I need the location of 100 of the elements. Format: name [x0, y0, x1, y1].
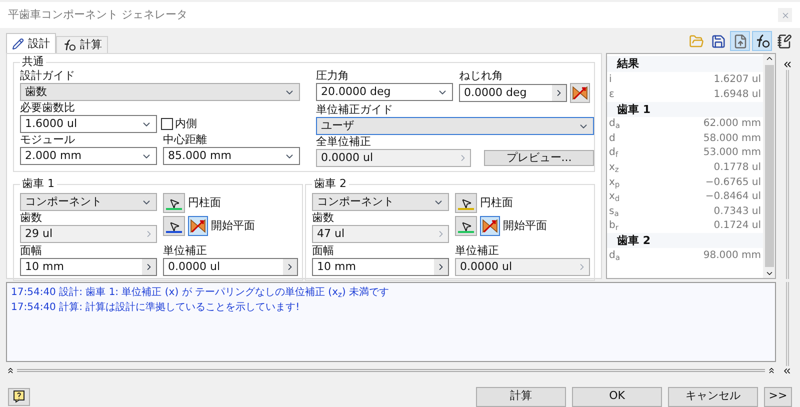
selection-label: 円柱面 — [188, 195, 221, 212]
collapse-icon[interactable] — [782, 59, 792, 70]
flip-button[interactable] — [188, 216, 208, 236]
results-section-header: 歯車 1 — [607, 102, 763, 116]
save-icon — [710, 34, 726, 49]
result-symbol: ε — [609, 88, 616, 102]
pencil-icon — [12, 38, 24, 50]
result-value: 58.000 mm — [703, 132, 761, 146]
result-value: 98.000 mm — [703, 249, 761, 264]
dropdown-field[interactable]: ユーザ — [316, 117, 594, 136]
collapse-icon[interactable] — [782, 366, 792, 376]
cursor-icon — [460, 220, 472, 232]
result-value: 1.6948 ul — [714, 88, 761, 102]
close-button[interactable] — [778, 8, 792, 22]
field-label: 中心距離 — [163, 133, 208, 148]
dropdown-field[interactable]: 85.000 mm — [163, 147, 300, 166]
close-icon — [780, 10, 790, 20]
flip-button[interactable] — [570, 83, 590, 104]
preview-button[interactable]: プレビュー... — [484, 150, 594, 166]
dropdown-field[interactable]: 2.000 mm — [20, 147, 157, 166]
folder-icon — [688, 34, 704, 49]
checkbox[interactable] — [161, 118, 173, 130]
field-label: 歯数 — [20, 211, 43, 226]
formula-icon — [754, 34, 770, 48]
group-title: 共通 — [20, 55, 46, 70]
expand-button[interactable] — [552, 85, 566, 102]
dialog-button[interactable]: キャンセル — [668, 386, 758, 407]
result-value: 1.6207 ul — [714, 73, 761, 88]
expand-button[interactable] — [283, 259, 297, 276]
field-label: 単位補正 — [163, 244, 208, 258]
select-button[interactable] — [455, 216, 477, 236]
field-label: 面幅 — [312, 244, 335, 258]
cursor-icon — [460, 198, 472, 209]
message-line: 17:54:40 計算: 計算は設計に準拠していることを示しています! — [10, 300, 301, 316]
results-section-header: 歯車 2 — [607, 233, 763, 248]
cursor-icon — [168, 220, 180, 232]
tab[interactable]: 設計 — [6, 33, 56, 54]
input-field[interactable]: 10 mm — [312, 258, 449, 276]
input-field[interactable]: 10 mm — [20, 258, 157, 276]
dropdown-field[interactable]: コンポーネント — [20, 193, 157, 212]
dropdown-field[interactable]: 歯数 — [20, 83, 300, 102]
formula-icon — [62, 39, 76, 52]
result-value: −0.8464 ul — [705, 190, 761, 204]
document-export-icon — [732, 34, 748, 49]
dialog-button[interactable]: OK — [572, 386, 662, 407]
result-symbol: i — [609, 73, 613, 88]
selection-label: 開始平面 — [503, 218, 547, 234]
dropdown-field[interactable]: コンポーネント — [312, 193, 449, 212]
message-line: 17:54:40 設計: 歯車 1: 単位補正 (x) が テーパリングなしの単位補正 (x$_{z}$) 未満です — [10, 286, 390, 300]
help-button[interactable] — [8, 388, 30, 406]
dropdown-field[interactable]: 1.6000 ul — [20, 115, 157, 134]
result-value: 0.1778 ul — [714, 161, 761, 176]
internal-checkbox[interactable]: 内側 — [161, 116, 197, 133]
expand-button[interactable] — [142, 259, 156, 276]
result-symbol: d$_{f}$ — [609, 146, 620, 160]
dropdown-field[interactable]: 20.0000 deg — [316, 83, 453, 102]
result-symbol: x$_{d}$ — [609, 190, 621, 204]
cursor-icon — [168, 198, 180, 209]
select-button[interactable] — [163, 216, 185, 236]
field-label: 面幅 — [20, 244, 43, 258]
result-symbol: b$_{r}$ — [609, 219, 620, 234]
result-value: 0.7343 ul — [714, 204, 761, 219]
input-field[interactable]: 0.0000 deg — [459, 84, 567, 102]
expand-up-icon[interactable] — [6, 366, 15, 375]
field-label: 単位補正 — [455, 244, 500, 258]
result-symbol: s$_{a}$ — [609, 204, 620, 219]
expand-button[interactable] — [434, 259, 448, 276]
field-label: 必要歯数比 — [20, 101, 76, 116]
notebook-icon — [776, 34, 792, 49]
scrollbar[interactable] — [763, 54, 775, 278]
select-button[interactable] — [163, 193, 185, 214]
expand-up-icon[interactable] — [767, 366, 776, 375]
dialog-button[interactable]: >> — [764, 386, 792, 407]
selection-label: 開始平面 — [211, 218, 255, 234]
selection-label: 円柱面 — [480, 195, 513, 212]
scrollbar-thumb[interactable] — [764, 65, 774, 268]
dialog-button[interactable]: 計算 — [476, 386, 566, 407]
result-value: 0.1724 ul — [714, 219, 761, 234]
select-button[interactable] — [455, 193, 477, 214]
field-label: 歯数 — [312, 211, 335, 226]
field-label: ねじれ角 — [459, 69, 504, 84]
tab[interactable]: 計算 — [56, 36, 108, 54]
result-symbol: x$_{p}$ — [609, 176, 621, 190]
toolbar-button[interactable] — [752, 31, 772, 52]
result-symbol: d$_{a}$ — [609, 249, 621, 264]
result-symbol: d$_{a}$ — [609, 117, 621, 132]
result-value: −0.6765 ul — [705, 176, 761, 190]
flip-direction-icon — [482, 218, 498, 234]
input-field[interactable]: 0.0000 ul — [163, 258, 298, 276]
result-symbol: d — [609, 132, 616, 146]
group-title: 歯車 2 — [312, 177, 348, 192]
field-label: 設計ガイド — [20, 69, 76, 84]
result-value: 53.000 mm — [703, 146, 761, 160]
window-title: 平歯車コンポーネント ジェネレータ — [8, 6, 188, 23]
field-label: 単位補正ガイド — [316, 103, 394, 118]
flip-button[interactable] — [480, 216, 500, 236]
result-symbol: x$_{z}$ — [609, 161, 620, 176]
help-icon — [13, 390, 25, 404]
field-label: 圧力角 — [316, 69, 350, 84]
flip-direction-icon — [190, 218, 206, 234]
